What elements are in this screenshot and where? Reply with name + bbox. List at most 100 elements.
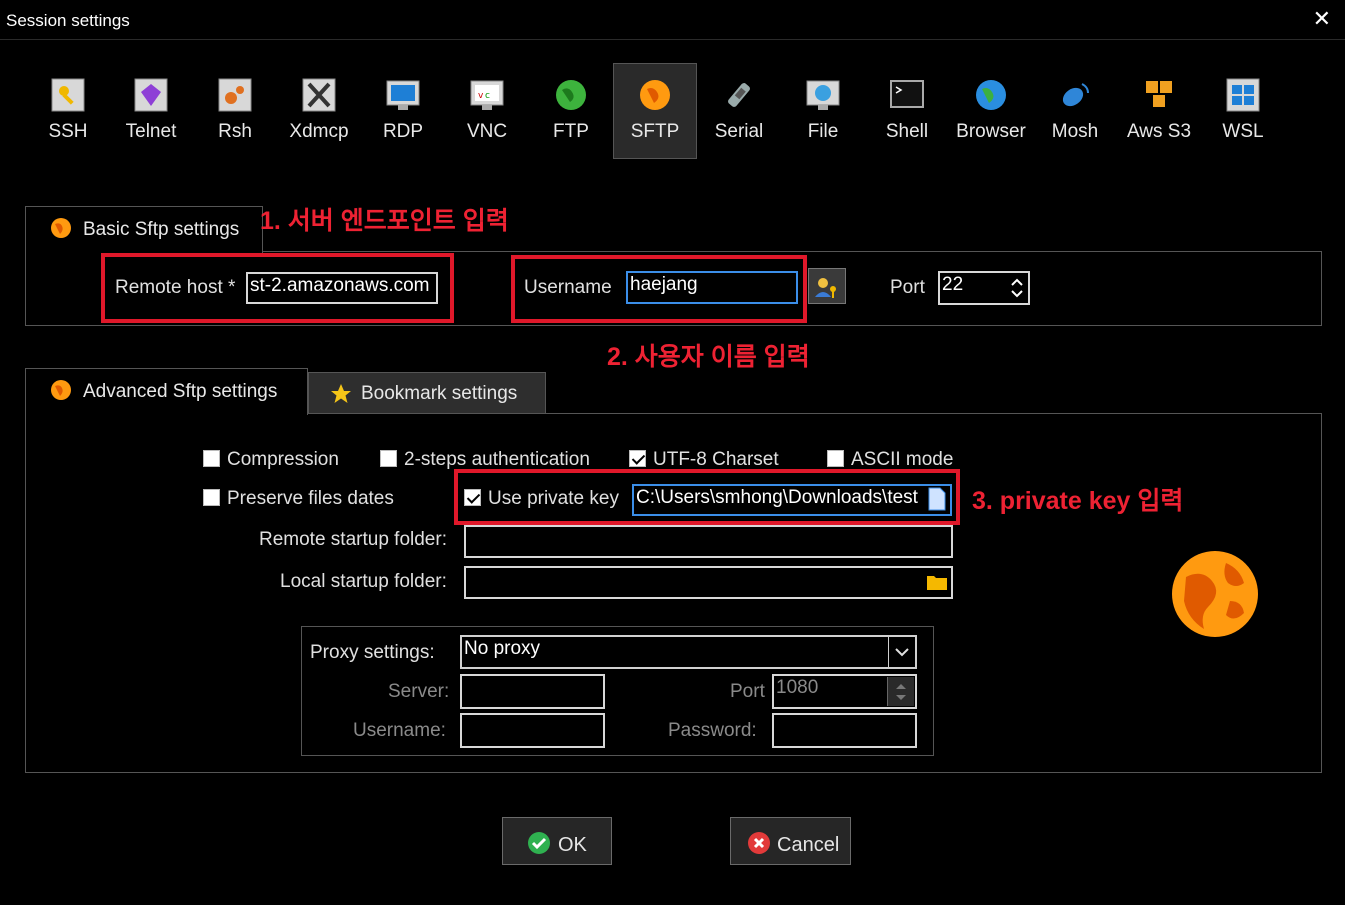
- svg-text:v: v: [478, 91, 484, 101]
- terminal-icon: [890, 80, 924, 108]
- protocol-browser[interactable]: Browser: [950, 64, 1032, 158]
- port-value: 22: [942, 274, 964, 295]
- spinner-arrows-icon: [896, 684, 906, 700]
- proxy-server-input[interactable]: [460, 674, 605, 709]
- proxy-port-label: Port: [730, 681, 765, 702]
- protocol-label: SSH: [48, 121, 88, 142]
- green-globe-icon: [556, 80, 586, 110]
- proxy-settings-label: Proxy settings:: [310, 642, 435, 663]
- protocol-label: RDP: [382, 121, 424, 142]
- protocol-label: WSL: [1222, 121, 1264, 142]
- protocol-label: SFTP: [630, 121, 680, 142]
- user-key-icon: [815, 278, 836, 298]
- earth-globe-icon: [976, 80, 1006, 110]
- proxy-password-input[interactable]: [772, 713, 917, 748]
- tab-label: Bookmark settings: [361, 383, 518, 404]
- preserve-dates-label: Preserve files dates: [227, 488, 394, 509]
- remote-folder-input[interactable]: [464, 525, 953, 558]
- user-picker-button[interactable]: [808, 268, 846, 304]
- protocol-label: Mosh: [1051, 121, 1099, 142]
- cancel-button[interactable]: Cancel: [730, 817, 851, 865]
- annotation-box-remote-host: [101, 253, 454, 323]
- protocol-mosh[interactable]: Mosh: [1034, 64, 1116, 158]
- utf8-charset-label: UTF-8 Charset: [653, 449, 779, 470]
- svg-text:c: c: [485, 91, 490, 101]
- remote-folder-label: Remote startup folder:: [259, 529, 447, 550]
- cancel-circle-icon: [748, 832, 770, 854]
- chevron-down-icon: [895, 648, 909, 657]
- tab-label: Advanced Sftp settings: [83, 381, 278, 402]
- utf8-charset-checkbox[interactable]: [629, 450, 646, 467]
- proxy-username-label: Username:: [353, 720, 446, 741]
- rsh-gears-icon: [218, 78, 252, 112]
- proxy-port-value: 1080: [776, 677, 819, 698]
- proxy-dropdown-button[interactable]: [888, 637, 915, 667]
- protocol-file[interactable]: File: [782, 64, 864, 158]
- ascii-mode-checkbox[interactable]: [827, 450, 844, 467]
- proxy-server-label: Server:: [388, 681, 450, 702]
- proxy-password-label: Password:: [668, 720, 757, 741]
- local-folder-input[interactable]: [464, 566, 953, 599]
- globe-monitor-icon: [806, 80, 840, 110]
- windows-monitor-icon: [386, 80, 420, 110]
- protocol-rdp[interactable]: RDP: [362, 64, 444, 158]
- key-icon: [51, 78, 85, 112]
- protocol-label: Serial: [714, 121, 764, 142]
- protocol-xdmcp[interactable]: Xdmcp: [278, 64, 360, 158]
- annotation-box-username: [511, 255, 807, 323]
- ok-button[interactable]: OK: [502, 817, 612, 865]
- compression-label: Compression: [227, 449, 339, 470]
- orange-globe-icon: [51, 218, 71, 238]
- protocol-serial[interactable]: Serial: [698, 64, 780, 158]
- x-window-icon: [302, 78, 336, 112]
- close-icon[interactable]: ✕: [1313, 6, 1331, 32]
- window-title: Session settings: [6, 11, 130, 30]
- protocol-telnet[interactable]: Telnet: [110, 64, 192, 158]
- ascii-mode-label: ASCII mode: [851, 449, 954, 470]
- check-circle-icon: [528, 832, 550, 854]
- protocol-label: Shell: [885, 121, 929, 142]
- preserve-dates-checkbox[interactable]: [203, 489, 220, 506]
- port-spinner-icon[interactable]: [1004, 274, 1030, 302]
- tab-basic-sftp-settings[interactable]: Basic Sftp settings: [25, 206, 263, 253]
- annotation-text-private-key: 3. private key 입력: [972, 487, 1184, 515]
- windows-logo-icon: [1226, 78, 1260, 112]
- proxy-username-input[interactable]: [460, 713, 605, 748]
- proxy-port-spinner[interactable]: [887, 677, 914, 706]
- aws-cubes-icon: [1146, 81, 1172, 107]
- compression-checkbox[interactable]: [203, 450, 220, 467]
- protocol-sftp[interactable]: SFTP: [613, 63, 697, 159]
- protocol-label: FTP: [553, 121, 589, 142]
- protocol-rsh[interactable]: Rsh: [194, 64, 276, 158]
- proxy-type-value: No proxy: [464, 638, 541, 659]
- star-icon: [331, 384, 351, 403]
- orange-globe-icon: [640, 80, 670, 110]
- protocol-label: File: [807, 121, 839, 142]
- ok-label: OK: [558, 834, 587, 856]
- protocol-label: Browser: [956, 121, 1026, 142]
- protocol-ftp[interactable]: FTP: [530, 64, 612, 158]
- title-bar: Session settings ✕: [0, 0, 1345, 40]
- protocol-shell[interactable]: Shell: [866, 64, 948, 158]
- protocol-ssh[interactable]: SSH: [27, 64, 109, 158]
- folder-icon[interactable]: [926, 573, 948, 591]
- protocol-label: Xdmcp: [289, 121, 349, 142]
- protocol-wsl[interactable]: WSL: [1202, 64, 1284, 158]
- tab-label: Basic Sftp settings: [83, 219, 240, 240]
- protocol-label: Rsh: [218, 121, 252, 142]
- two-step-auth-label: 2-steps authentication: [404, 449, 590, 470]
- tab-advanced-sftp-settings[interactable]: Advanced Sftp settings: [25, 368, 308, 415]
- protocol-vnc[interactable]: vc VNC: [446, 64, 528, 158]
- proxy-type-select[interactable]: No proxy: [460, 635, 917, 669]
- satellite-plug-icon: [728, 83, 750, 107]
- two-step-auth-checkbox[interactable]: [380, 450, 397, 467]
- protocol-aws-s3[interactable]: Aws S3: [1118, 64, 1200, 158]
- orange-globe-icon: [51, 380, 71, 400]
- port-label: Port: [890, 277, 925, 298]
- sftp-globe-icon: [1172, 551, 1258, 637]
- tab-bookmark-settings[interactable]: Bookmark settings: [308, 372, 546, 413]
- cancel-label: Cancel: [777, 834, 840, 856]
- protocol-label: Aws S3: [1126, 121, 1192, 142]
- protocol-label: VNC: [466, 121, 508, 142]
- local-folder-label: Local startup folder:: [280, 571, 447, 592]
